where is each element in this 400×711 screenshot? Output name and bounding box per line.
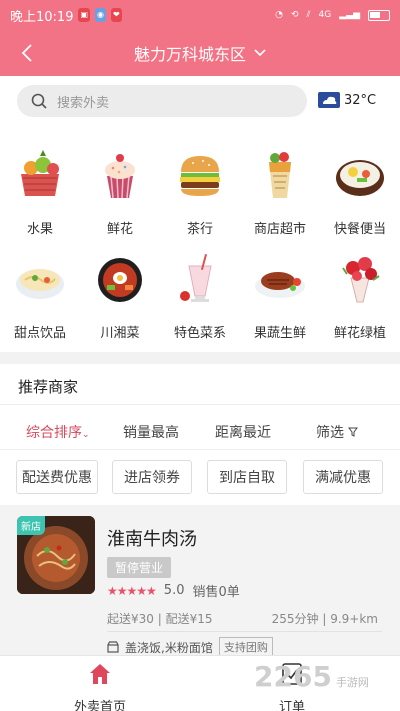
status-bar: 晚上10:19 ▣ ◉ ❤ ◔ ⟲ ⫽ 4G ▂▃▅: [0, 0, 400, 30]
shop-status-badge: 暂停营业: [107, 557, 172, 578]
shop-tags: 盖浇饭,米粉面馆 支持团购: [107, 637, 273, 657]
category-label: 果蔬生鲜: [253, 326, 306, 341]
cupcake-icon: [105, 154, 135, 199]
category-label: 甜点饮品: [13, 326, 66, 341]
shop-card[interactable]: 新店 淮南牛肉汤 暂停营业 ★★★★★ 5.0 销售0单 起送¥30 | 配送¥…: [0, 505, 400, 657]
shop-image: 新店: [17, 516, 95, 594]
category-label: 商店超市: [253, 222, 306, 237]
sales-count: 销售0单: [192, 585, 240, 600]
category-dessert[interactable]: 甜点饮品: [5, 252, 75, 342]
rotate-icon: ⟲: [290, 10, 299, 20]
nav-label: 外卖首页: [73, 700, 126, 711]
search-placeholder: 搜索外卖: [57, 95, 110, 111]
filter-button[interactable]: 筛选: [316, 422, 359, 442]
shop-categories: 盖浇饭,米粉面馆: [125, 640, 213, 655]
chevron-left-icon: [21, 44, 32, 62]
time-distance: 255分钟 | 9.9+km: [271, 612, 378, 626]
noodle-bowl-icon: [16, 269, 64, 299]
watermark: 2265 手游网: [254, 660, 369, 693]
app-notification-icon: ❤: [111, 8, 122, 22]
network-type: 4G: [318, 10, 332, 20]
app-notification-icon: ◉: [95, 8, 107, 22]
filter-label: 筛选: [316, 425, 344, 441]
star-rating-icon: ★★★★★: [107, 583, 157, 598]
chip-store-coupon[interactable]: 进店领券: [112, 460, 192, 494]
divider-line: [0, 404, 400, 405]
sort-label: 综合排序: [26, 425, 82, 441]
chevron-down-icon: [254, 49, 266, 57]
sort-label: 销量最高: [123, 425, 179, 441]
back-button[interactable]: [12, 38, 42, 68]
category-label: 特色菜系: [173, 326, 226, 341]
category-tea[interactable]: 茶行: [165, 148, 235, 238]
chip-discount[interactable]: 满减优惠: [303, 460, 383, 494]
search-input[interactable]: 搜索外卖: [17, 85, 307, 117]
filter-icon: [348, 427, 359, 437]
cloud-icon: [318, 92, 340, 108]
category-label: 鲜花: [106, 222, 133, 237]
category-specialty[interactable]: 特色菜系: [165, 252, 235, 342]
alarm-icon: ◔: [275, 10, 283, 20]
category-label: 快餐便当: [333, 222, 386, 237]
sort-label: 距离最近: [215, 425, 271, 441]
nav-home[interactable]: 外卖首页: [50, 662, 150, 711]
watermark-main: 2265: [254, 660, 332, 693]
divider-line: [107, 631, 382, 632]
sort-sales[interactable]: 销量最高: [123, 422, 179, 442]
rice-bowl-icon: [336, 160, 384, 196]
category-label: 鲜花绿植: [333, 326, 386, 341]
location-title: 魅力万科城东区: [133, 45, 246, 64]
home-icon: [90, 664, 110, 684]
search-icon: [31, 93, 47, 109]
category-label: 川湘菜: [100, 326, 140, 341]
watermark-sub: 手游网: [335, 676, 369, 689]
chip-self-pickup[interactable]: 到店自取: [207, 460, 287, 494]
rating-value: 5.0: [163, 583, 185, 598]
shop-name: 淮南牛肉汤: [107, 529, 197, 550]
chevron-down-icon: ⌄: [82, 430, 90, 440]
category-produce[interactable]: 果蔬生鲜: [245, 252, 315, 342]
category-fruit[interactable]: 水果: [5, 148, 75, 238]
shop-icon: [107, 641, 119, 653]
burger-icon: [180, 156, 220, 196]
category-label: 水果: [26, 222, 53, 237]
weather-temp: 32°C: [344, 92, 377, 108]
fruit-basket-icon: [21, 150, 59, 196]
app-notification-icon: ▣: [78, 8, 91, 22]
category-sichuan[interactable]: 川湘菜: [85, 252, 155, 342]
filter-chips: 配送费优惠 进店领券 到店自取 满减优惠: [0, 460, 400, 494]
sort-comprehensive[interactable]: 综合排序⌄: [26, 422, 90, 442]
section-divider: [0, 352, 400, 364]
group-buy-tag: 支持团购: [218, 637, 273, 657]
new-shop-badge: 新店: [17, 516, 45, 535]
shop-rating: ★★★★★ 5.0 销售0单: [107, 581, 240, 600]
category-store[interactable]: 商店超市: [245, 148, 315, 238]
category-flower[interactable]: 鲜花: [85, 148, 155, 238]
header: 魅力万科城东区: [0, 30, 400, 76]
bouquet-icon: [342, 257, 380, 303]
wrap-icon: [269, 152, 291, 198]
nav-label: 订单: [278, 700, 305, 711]
weather-widget: 32°C: [318, 92, 376, 108]
category-label: 茶行: [186, 222, 213, 237]
category-fastfood[interactable]: 快餐便当: [325, 148, 395, 238]
search-row: 搜索外卖 32°C: [0, 76, 400, 126]
status-time: 晚上10:19: [10, 9, 74, 25]
divider-line: [0, 449, 400, 450]
sort-distance[interactable]: 距离最近: [215, 422, 271, 442]
hotpot-icon: [98, 258, 142, 302]
cell-signal-icon: ▂▃▅: [339, 10, 360, 20]
delivery-info: 起送¥30 | 配送¥15: [107, 612, 213, 626]
steak-icon: [255, 272, 305, 298]
battery-icon: [368, 9, 390, 21]
milkshake-icon: [180, 254, 212, 302]
sort-bar: 综合排序⌄ 销量最高 距离最近 筛选: [0, 412, 400, 448]
recommend-title: 推荐商家: [18, 378, 79, 396]
category-grid: 水果 鲜花 茶行 商店超市 快餐便当 甜点饮品 川湘菜 特色菜系 果蔬生鲜 鲜花…: [0, 140, 400, 342]
screen: 晚上10:19 ▣ ◉ ❤ ◔ ⟲ ⫽ 4G ▂▃▅ 魅力万科城东区 搜索外卖 …: [0, 0, 400, 711]
chip-delivery-discount[interactable]: 配送费优惠: [16, 460, 98, 494]
location-selector[interactable]: 魅力万科城东区: [134, 41, 266, 65]
category-plants[interactable]: 鲜花绿植: [325, 252, 395, 342]
wifi-signal-icon: ⫽: [306, 10, 311, 20]
